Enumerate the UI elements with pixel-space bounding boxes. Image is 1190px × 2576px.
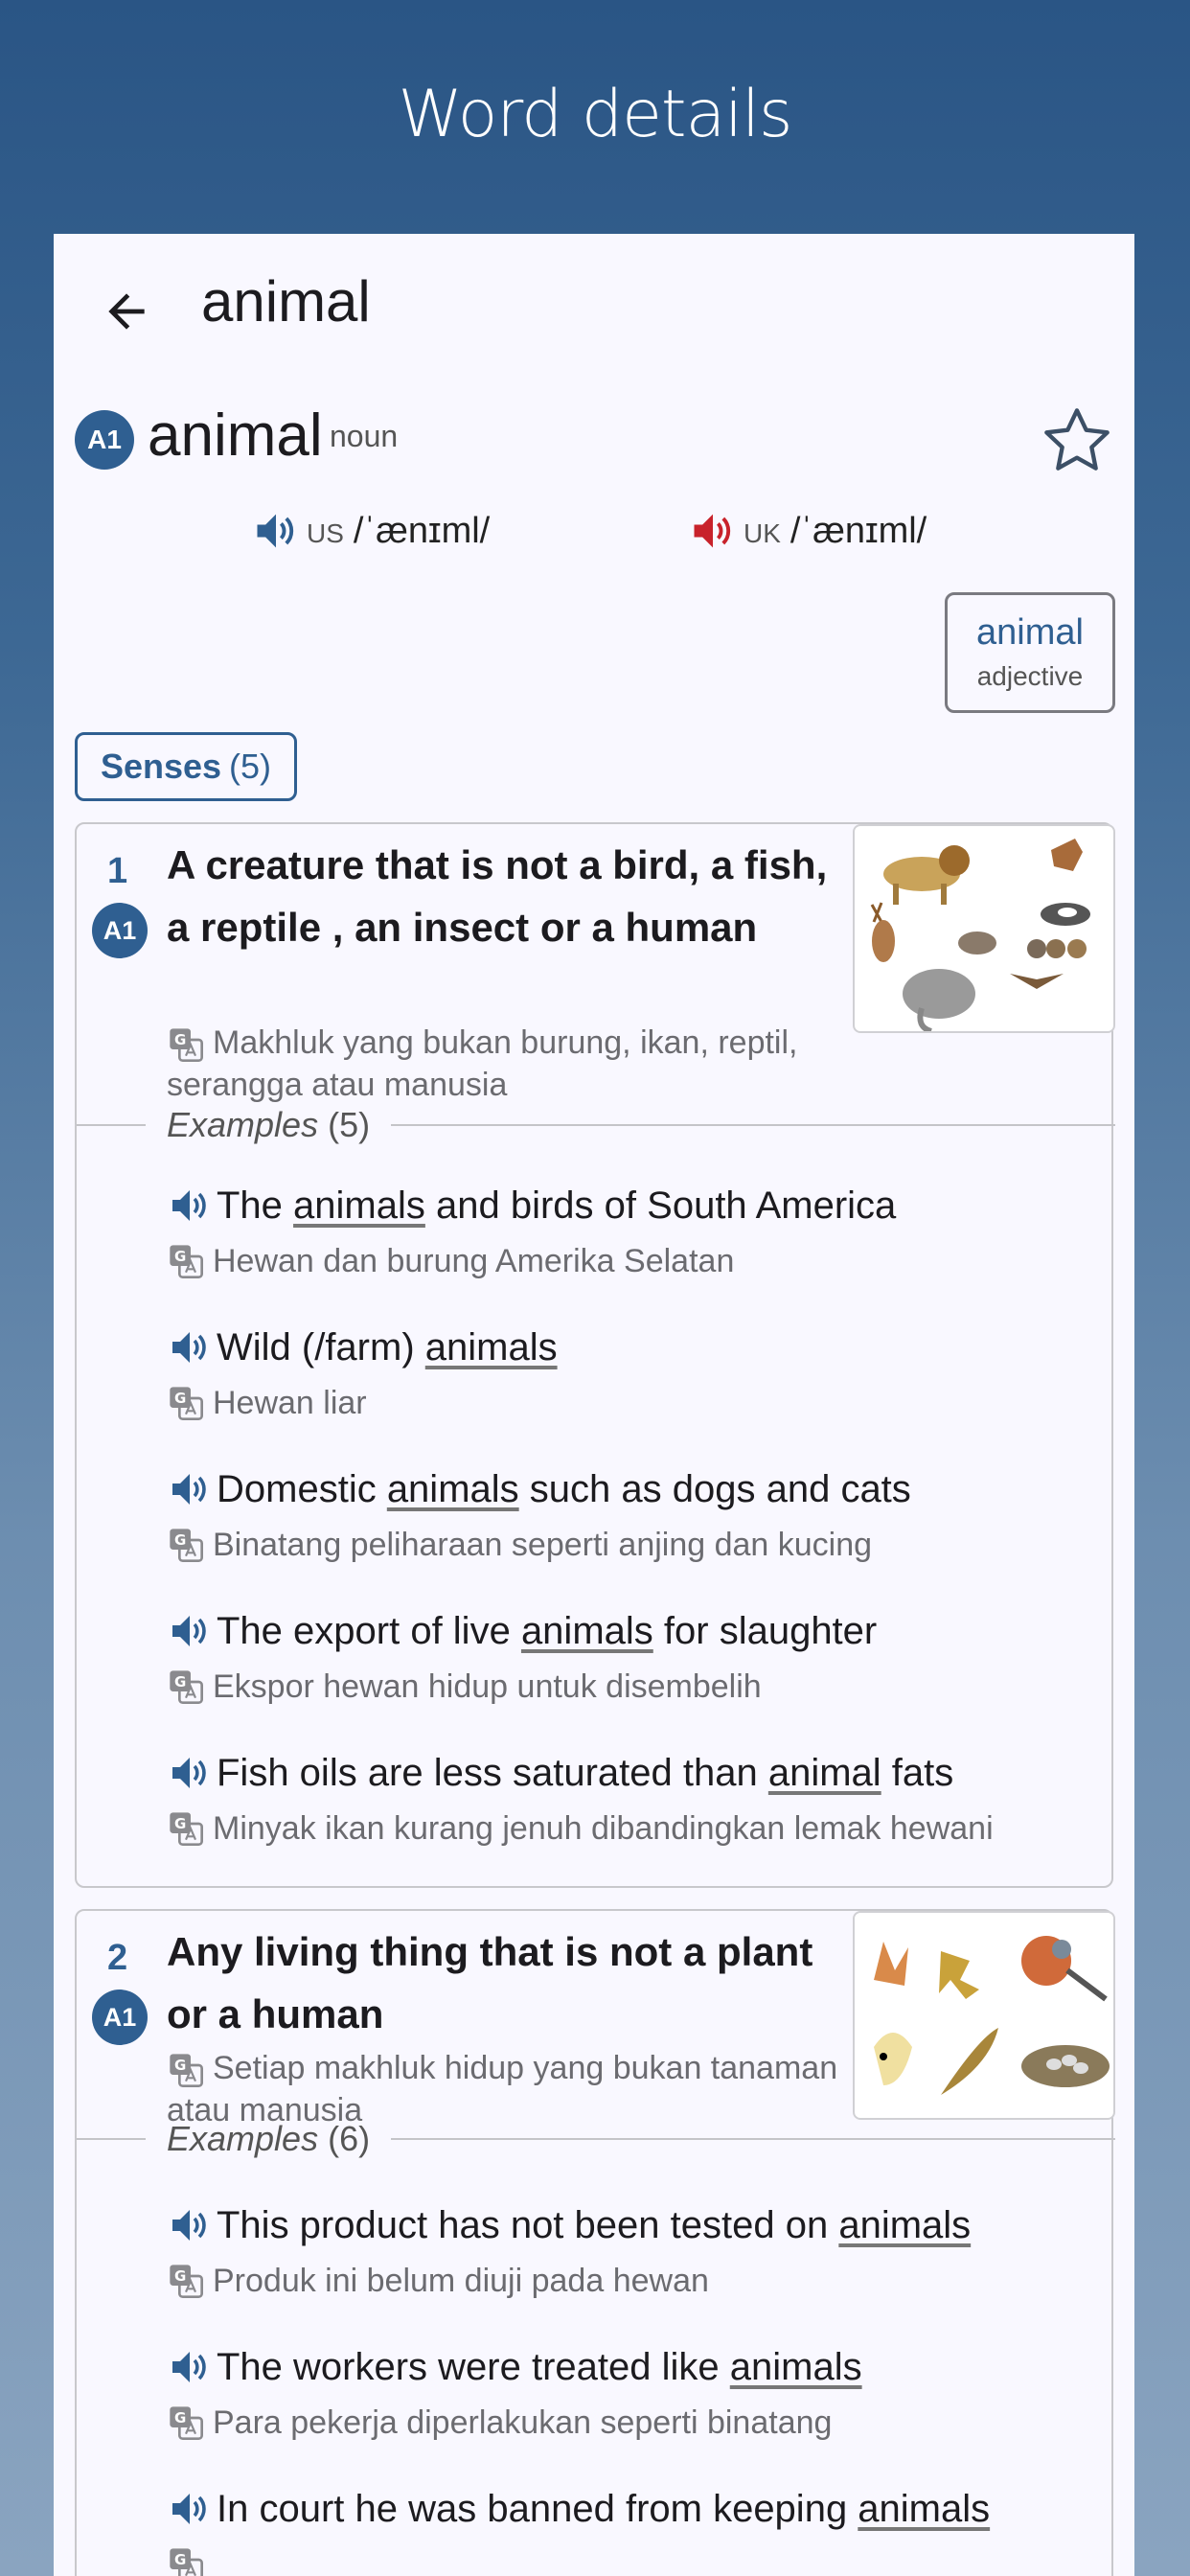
app-bar: animal [54,234,1134,378]
speaker-icon[interactable] [688,506,738,556]
favorite-button[interactable] [1039,402,1115,479]
example-text: This product has not been tested on anim… [217,2203,972,2246]
svg-text:G: G [174,1673,186,1690]
translation-text: Makhluk yang bukan burung, ikan, reptil,… [167,1024,798,1104]
headword: animal [148,402,323,469]
example-text: The export of live animals for slaughter [217,1609,878,1652]
example-translation: Binatang peliharaan seperti anjing dan k… [213,1526,873,1563]
page-heading: Word details [398,77,793,152]
speaker-icon[interactable] [167,1750,213,1796]
example-translation: Produk ini belum diuji pada hewan [213,2262,709,2299]
senses-label: Senses [100,747,222,786]
speaker-icon[interactable] [167,1183,213,1229]
star-outline-icon [1044,408,1110,471]
cefr-level-badge: A1 [75,410,134,470]
arrow-left-icon [108,293,145,330]
svg-text:G: G [174,1815,186,1832]
senses-count: (5) [229,747,272,786]
speaker-icon[interactable] [167,2486,213,2532]
back-button[interactable] [92,277,161,346]
sense-definition: A creature that is not a bird, a fish, a… [167,842,828,950]
translate-icon[interactable]: G [167,2262,205,2300]
svg-text:G: G [174,1390,186,1407]
example-text: Fish oils are less saturated than animal… [217,1751,954,1794]
svg-text:G: G [174,2057,186,2074]
search-word-title: animal [201,269,371,334]
example-translation: Para pekerja diperlakukan seperti binata… [213,2404,833,2441]
examples-divider: Examples (5) [77,1105,1115,1144]
sense-number: 1 [107,851,128,891]
translate-icon[interactable]: G [167,2545,205,2576]
part-of-speech: noun [330,419,399,453]
translate-icon[interactable]: G [167,2051,205,2089]
related-word: animal [976,612,1084,653]
svg-text:G: G [174,2409,186,2426]
example-translation: Ekspor hewan hidup untuk disembelih [213,1668,762,1705]
examples-count: (5) [328,1105,371,1144]
translate-icon[interactable]: G [167,1668,205,1706]
examples-divider: Examples (6) [77,2119,1115,2158]
related-pos: adjective [976,661,1084,691]
sense-definition: Any living thing that is not a plant or … [167,1929,813,2036]
example-item: This product has not been tested on anim… [167,2198,1106,2304]
example-text: Domestic animals such as dogs and cats [217,1467,911,1510]
sense-card: 2 A1 Any living thing that is not a plan… [75,1909,1115,2576]
translate-icon[interactable]: G [167,1025,205,1064]
examples-label: Examples [167,2119,319,2158]
example-text: Wild (/farm) animals [217,1325,558,1368]
speaker-icon[interactable] [167,1608,213,1654]
speaker-icon[interactable] [167,1466,213,1512]
translate-icon[interactable]: G [167,1809,205,1848]
translate-icon[interactable]: G [167,1526,205,1564]
speaker-icon[interactable] [167,2202,213,2248]
examples-count: (6) [328,2119,371,2158]
example-item: The export of live animals for slaughter… [167,1604,1106,1710]
senses-chip[interactable]: Senses (5) [75,732,297,801]
example-item: Wild (/farm) animals G Hewan liar [167,1321,1106,1426]
sense-illustration [853,1911,1115,2120]
example-item: In court he was banned from keeping anim… [167,2482,1106,2576]
speaker-icon[interactable] [251,506,301,556]
speaker-icon[interactable] [167,2344,213,2390]
example-translation: Minyak ikan kurang jenuh dibandingkan le… [213,1809,994,1847]
cefr-level-badge: A1 [92,1990,148,2045]
cefr-level-badge: A1 [92,903,148,958]
sense-illustration [853,824,1115,1033]
word-details-panel: animal A1 animal noun US /ˈænɪml/ UK /ˈæ… [54,234,1134,2576]
example-item: The workers were treated like animals G … [167,2340,1106,2446]
svg-text:G: G [174,1031,186,1048]
example-text: In court he was banned from keeping anim… [217,2487,991,2530]
translation-text: Setiap makhluk hidup yang bukan tanaman … [167,2050,838,2129]
example-translation: Hewan dan burung Amerika Selatan [213,1242,735,1279]
svg-text:G: G [174,2551,186,2568]
pronunciation-us[interactable]: US /ˈænɪml/ [251,502,490,560]
translate-icon[interactable]: G [167,2404,205,2442]
examples-label: Examples [167,1105,319,1144]
sense-card: 1 A1 A creature that is not a bird, a fi… [75,822,1115,1888]
sense-translation: G Makhluk yang bukan burung, ikan, repti… [167,1022,857,1106]
example-text: The workers were treated like animals [217,2345,862,2388]
uk-label: UK [744,518,781,548]
example-translation: Hewan liar [213,1384,367,1421]
svg-text:G: G [174,2267,186,2285]
example-item: The animals and birds of South America G… [167,1179,1106,1284]
us-ipa: /ˈænɪml/ [353,510,491,551]
example-item: Domestic animals such as dogs and cats G… [167,1462,1106,1568]
example-text: The animals and birds of South America [217,1184,897,1227]
speaker-icon[interactable] [167,1324,213,1370]
translate-icon[interactable]: G [167,1242,205,1280]
svg-text:G: G [174,1248,186,1265]
uk-ipa: /ˈænɪml/ [790,510,927,551]
pronunciation-uk[interactable]: UK /ˈænɪml/ [688,502,927,560]
translate-icon[interactable]: G [167,1384,205,1422]
us-label: US [307,518,344,548]
animals-illustration [870,839,1090,1031]
example-item: Fish oils are less saturated than animal… [167,1746,1106,1852]
svg-text:G: G [174,1531,186,1549]
related-word-chip[interactable]: animal adjective [945,592,1115,713]
birds-illustration [874,1936,1110,2095]
sense-number: 2 [107,1938,128,1978]
